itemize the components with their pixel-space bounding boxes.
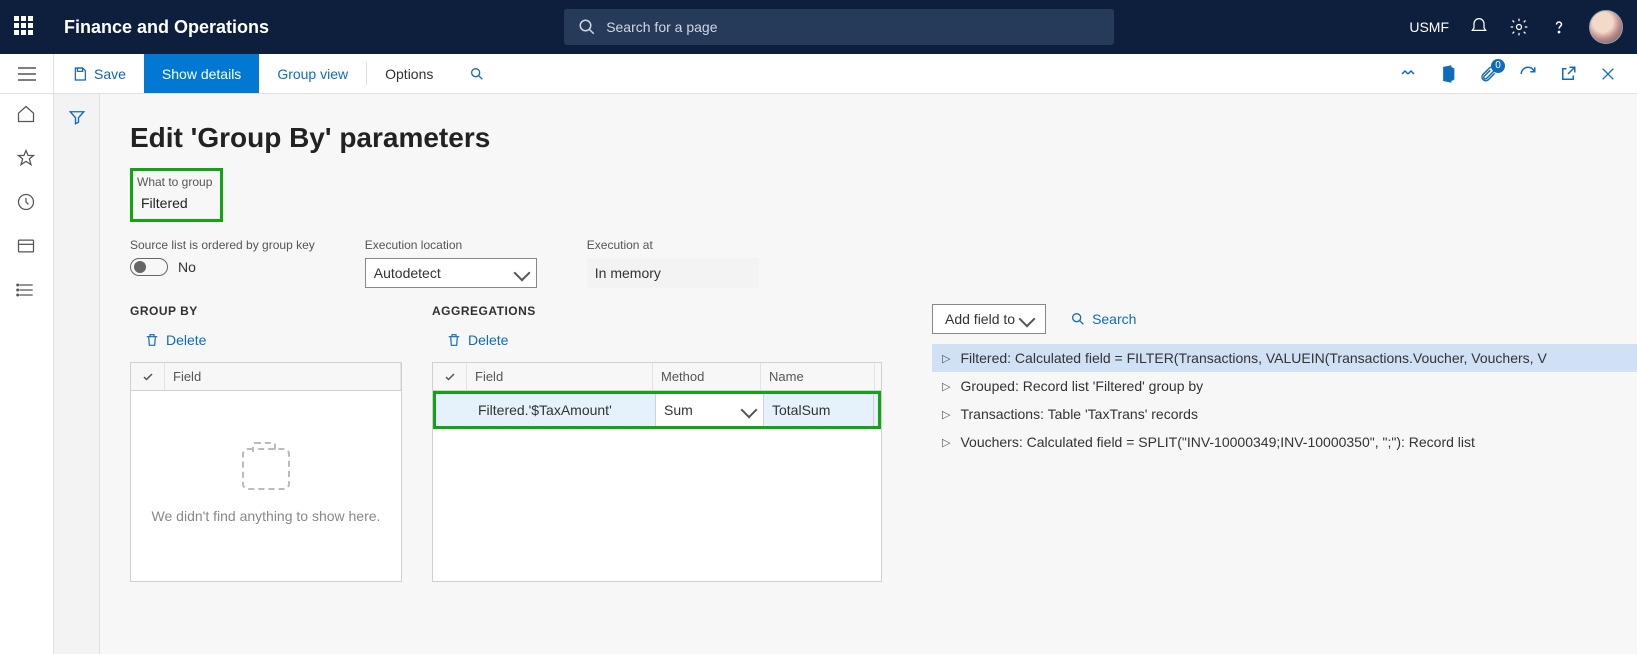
datasource-tree: ▷Filtered: Calculated field = FILTER(Tra… <box>932 344 1637 456</box>
options-button[interactable]: Options <box>367 54 451 93</box>
what-to-group-label: What to group <box>137 175 212 189</box>
tree-item[interactable]: ▷Vouchers: Calculated field = SPLIT("INV… <box>932 428 1637 456</box>
attachments-badge: 0 <box>1491 59 1505 73</box>
product-name: Finance and Operations <box>64 17 269 38</box>
expand-icon[interactable]: ▷ <box>942 408 950 421</box>
agg-row[interactable]: Filtered.'$TaxAmount' Sum TotalSum <box>433 391 881 429</box>
check-icon <box>444 371 456 383</box>
tree-item[interactable]: ▷Filtered: Calculated field = FILTER(Tra… <box>932 344 1637 372</box>
workspaces-icon[interactable] <box>16 236 38 258</box>
aggregations-panel: Aggregations Delete Field Method Name <box>432 304 882 582</box>
group-view-button[interactable]: Group view <box>259 54 366 93</box>
chevron-down-icon <box>513 265 530 282</box>
datasource-panel: Add field to Search ▷Filtered: Calculate… <box>932 304 1637 582</box>
check-icon <box>142 371 154 383</box>
agg-grid: Field Method Name Filtered.'$TaxAmount' … <box>432 362 882 582</box>
avatar[interactable] <box>1589 10 1623 44</box>
add-field-to-button[interactable]: Add field to <box>932 304 1046 334</box>
agg-row-field[interactable]: Filtered.'$TaxAmount' <box>470 394 656 426</box>
app-launcher-icon[interactable] <box>14 16 36 38</box>
ordered-label: Source list is ordered by group key <box>130 238 315 252</box>
popout-icon[interactable] <box>1557 63 1579 85</box>
groupby-grid: Field We didn't find anything to show he… <box>130 362 402 582</box>
global-header: Finance and Operations Search for a page… <box>0 0 1637 54</box>
agg-col-field[interactable]: Field <box>467 363 653 390</box>
groupby-empty: We didn't find anything to show here. <box>131 391 401 581</box>
gear-icon[interactable] <box>1509 17 1529 37</box>
tree-item[interactable]: ▷Transactions: Table 'TaxTrans' records <box>932 400 1637 428</box>
help-icon[interactable] <box>1549 17 1569 37</box>
search-placeholder: Search for a page <box>606 19 717 35</box>
expand-icon[interactable]: ▷ <box>942 436 950 449</box>
agg-row-method[interactable]: Sum <box>656 394 764 426</box>
agg-row-check[interactable] <box>436 394 470 426</box>
exec-loc-label: Execution location <box>365 238 537 252</box>
save-button[interactable]: Save <box>54 54 144 93</box>
groupby-select-all[interactable] <box>131 363 165 390</box>
groupby-title: Group by <box>130 304 402 318</box>
exec-at-value: In memory <box>587 258 759 288</box>
ordered-toggle[interactable] <box>130 258 168 276</box>
nav-toggle-icon[interactable] <box>0 54 54 93</box>
command-bar: Save Show details Group view Options 0 <box>0 54 1637 94</box>
ordered-value: No <box>178 259 196 275</box>
trash-icon <box>144 332 160 348</box>
home-icon[interactable] <box>16 104 38 126</box>
chevron-down-icon <box>1019 311 1036 328</box>
what-to-group-highlight: What to group Filtered <box>130 168 223 222</box>
empty-folder-icon <box>242 448 290 490</box>
search-icon <box>1070 311 1086 327</box>
chevron-down-icon <box>741 402 758 419</box>
ds-search-button[interactable]: Search <box>1070 311 1136 327</box>
favorites-icon[interactable] <box>16 148 38 170</box>
expand-icon[interactable]: ▷ <box>942 380 950 393</box>
tree-item[interactable]: ▷Grouped: Record list 'Filtered' group b… <box>932 372 1637 400</box>
agg-col-name[interactable]: Name <box>761 363 875 390</box>
groupby-panel: Group by Delete Field We <box>130 304 402 582</box>
refresh-icon[interactable] <box>1517 63 1539 85</box>
main-area: Edit 'Group By' parameters What to group… <box>0 94 1637 654</box>
exec-loc-select[interactable]: Autodetect <box>365 258 537 288</box>
left-nav-rail <box>0 94 54 654</box>
recent-icon[interactable] <box>16 192 38 214</box>
filter-pane <box>54 94 100 654</box>
search-icon <box>578 18 596 36</box>
agg-col-method[interactable]: Method <box>653 363 761 390</box>
close-icon[interactable] <box>1597 63 1619 85</box>
exec-at-label: Execution at <box>587 238 759 252</box>
groupby-delete-button[interactable]: Delete <box>138 326 402 354</box>
what-to-group-value[interactable]: Filtered <box>137 191 212 211</box>
agg-row-name[interactable]: TotalSum <box>764 394 874 426</box>
command-search-icon[interactable] <box>451 54 503 93</box>
modules-icon[interactable] <box>16 280 38 302</box>
expand-icon[interactable]: ▷ <box>942 352 950 365</box>
legal-entity[interactable]: USMF <box>1409 19 1449 35</box>
page-title: Edit 'Group By' parameters <box>130 122 1637 154</box>
agg-delete-button[interactable]: Delete <box>440 326 882 354</box>
related-links-icon[interactable] <box>1397 63 1419 85</box>
save-icon <box>72 66 88 82</box>
trash-icon <box>446 332 462 348</box>
attachments-icon[interactable]: 0 <box>1477 63 1499 85</box>
office-icon[interactable] <box>1437 63 1459 85</box>
aggregations-title: Aggregations <box>432 304 882 318</box>
filter-icon[interactable] <box>68 108 86 654</box>
show-details-button[interactable]: Show details <box>144 54 259 93</box>
global-search-input[interactable]: Search for a page <box>564 9 1114 45</box>
groupby-col-field[interactable]: Field <box>165 363 401 390</box>
page-content: Edit 'Group By' parameters What to group… <box>100 94 1637 654</box>
notifications-icon[interactable] <box>1469 17 1489 37</box>
agg-select-all[interactable] <box>433 363 467 390</box>
